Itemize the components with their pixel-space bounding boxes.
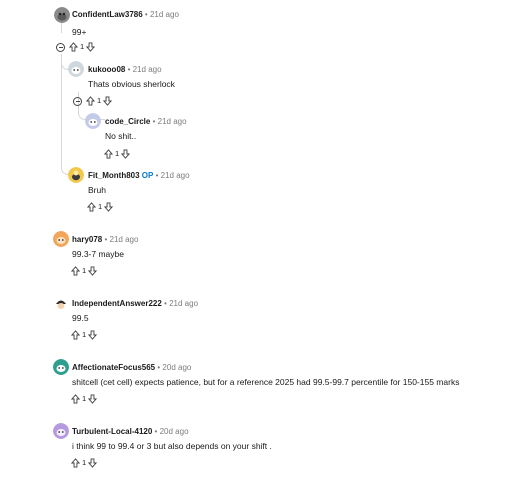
- author-name[interactable]: IndependentAnswer222: [72, 299, 162, 308]
- timestamp[interactable]: 21d ago: [133, 65, 162, 74]
- comment-thread: ConfidentLaw3786 • 21d ago 99+ 1 kukooo0…: [0, 0, 531, 485]
- vote-count: 1: [82, 330, 87, 339]
- upvote-icon[interactable]: [71, 330, 80, 340]
- meta-separator: •: [144, 10, 148, 19]
- author-name[interactable]: Fit_Month803: [88, 171, 140, 180]
- collapse-thread-button[interactable]: [73, 96, 82, 106]
- timestamp[interactable]: 21d ago: [110, 235, 139, 244]
- author-name[interactable]: Turbulent-Local-4120: [72, 427, 152, 436]
- comment-actions: 1: [71, 393, 98, 405]
- meta-separator: •: [164, 299, 167, 308]
- timestamp[interactable]: 21d ago: [169, 299, 198, 308]
- cat-avatar-icon[interactable]: [54, 7, 70, 23]
- timestamp[interactable]: 21d ago: [161, 171, 190, 180]
- snoo-avatar-icon[interactable]: [68, 61, 84, 77]
- vote-count: 1: [115, 149, 120, 158]
- vote-count: 1: [80, 42, 85, 51]
- comment-body: shitcell (cet cell) expects patience, bu…: [72, 377, 460, 387]
- vote-count: 1: [97, 96, 102, 105]
- upvote-icon[interactable]: [71, 394, 80, 404]
- author-name[interactable]: kukooo08: [88, 65, 125, 74]
- comment-meta: kukooo08 • 21d ago: [88, 65, 162, 75]
- comment-body: 99.5: [72, 313, 89, 323]
- author-name[interactable]: hary078: [72, 235, 102, 244]
- author-name[interactable]: ConfidentLaw3786: [72, 10, 143, 19]
- upvote-icon[interactable]: [71, 458, 80, 468]
- comment-actions: 1: [104, 148, 131, 160]
- timestamp[interactable]: 21d ago: [150, 10, 179, 19]
- downvote-icon[interactable]: [121, 149, 131, 159]
- timestamp[interactable]: 20d ago: [160, 427, 189, 436]
- upvote-icon[interactable]: [71, 266, 80, 276]
- downvote-icon[interactable]: [103, 96, 113, 106]
- snoo-avatar-icon[interactable]: [53, 423, 69, 439]
- downvote-icon[interactable]: [88, 458, 98, 468]
- snoo-avatar-icon[interactable]: [53, 295, 69, 311]
- meta-separator: •: [154, 427, 158, 436]
- snoo-avatar-icon[interactable]: [53, 231, 69, 247]
- comment-meta: code_Circle • 21d ago: [105, 117, 187, 127]
- comment-actions: 1: [56, 41, 96, 53]
- comment-body: 99+: [72, 27, 87, 37]
- downvote-icon[interactable]: [104, 202, 114, 212]
- comment-actions: 1: [73, 95, 113, 107]
- comment-meta: Fit_Month803 OP • 21d ago: [88, 171, 190, 181]
- upvote-icon[interactable]: [87, 202, 96, 212]
- meta-separator: •: [155, 171, 159, 180]
- meta-separator: •: [152, 117, 156, 126]
- comment-meta: ConfidentLaw3786 • 21d ago: [72, 10, 179, 20]
- timestamp[interactable]: 21d ago: [158, 117, 187, 126]
- downvote-icon[interactable]: [88, 330, 98, 340]
- comment-body: Thats obvious sherlock: [88, 79, 175, 89]
- comment-meta: AffectionateFocus565 • 20d ago: [72, 363, 191, 373]
- comment-actions: 1: [87, 201, 114, 213]
- collapse-thread-button[interactable]: [56, 42, 65, 52]
- comment-body: 99.3-7 maybe: [72, 249, 124, 259]
- comment-body: No shit..: [105, 131, 137, 141]
- upvote-icon[interactable]: [69, 42, 78, 52]
- comment-actions: 1: [71, 265, 98, 277]
- downvote-icon[interactable]: [88, 266, 98, 276]
- comment-actions: 1: [71, 457, 98, 469]
- comment-actions: 1: [71, 329, 98, 341]
- meta-separator: •: [157, 363, 161, 372]
- comment-meta: hary078 • 21d ago: [72, 235, 138, 245]
- author-name[interactable]: code_Circle: [105, 117, 150, 126]
- vote-count: 1: [82, 394, 87, 403]
- vote-count: 1: [82, 266, 87, 275]
- vote-count: 1: [98, 202, 103, 211]
- author-name[interactable]: AffectionateFocus565: [72, 363, 155, 372]
- snoo-avatar-icon[interactable]: [53, 359, 69, 375]
- op-badge: OP: [141, 171, 154, 180]
- meta-separator: •: [127, 65, 131, 74]
- upvote-icon[interactable]: [104, 149, 113, 159]
- meta-separator: •: [104, 235, 108, 244]
- comment-body: Bruh: [88, 185, 106, 195]
- downvote-icon[interactable]: [88, 394, 98, 404]
- upvote-icon[interactable]: [86, 96, 95, 106]
- comment-meta: IndependentAnswer222 • 21d ago: [72, 299, 198, 309]
- vote-count: 1: [82, 458, 87, 467]
- comment-body: i think 99 to 99.4 or 3 but also depends…: [72, 441, 272, 451]
- thread-line[interactable]: [61, 54, 62, 165]
- downvote-icon[interactable]: [86, 42, 96, 52]
- timestamp[interactable]: 20d ago: [162, 363, 191, 372]
- snoo-avatar-icon[interactable]: [68, 167, 84, 183]
- comment-meta: Turbulent-Local-4120 • 20d ago: [72, 427, 189, 437]
- snoo-avatar-icon[interactable]: [85, 113, 101, 129]
